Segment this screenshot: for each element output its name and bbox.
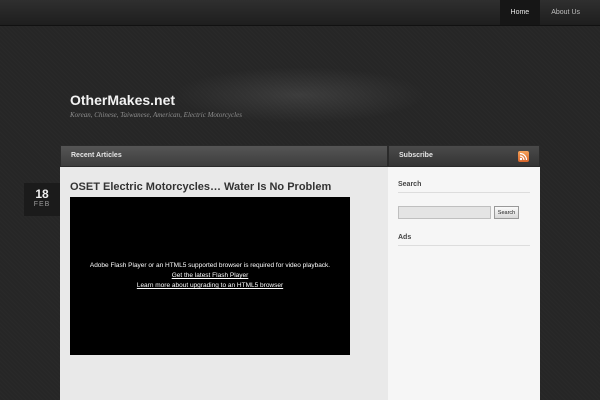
- rss-icon[interactable]: [518, 151, 529, 162]
- search-input[interactable]: [398, 206, 491, 219]
- site-tagline: Korean, Chinese, Taiwanese, American, El…: [70, 111, 242, 119]
- top-bar: Home About Us: [0, 0, 600, 26]
- video-message: Adobe Flash Player or an HTML5 supported…: [89, 262, 331, 269]
- recent-articles-header: Recent Articles: [60, 145, 388, 167]
- nav-home[interactable]: Home: [499, 0, 541, 25]
- main-container: Recent Articles Subscribe OSET Electric …: [60, 145, 540, 400]
- search-button[interactable]: Search: [494, 206, 519, 219]
- flash-player-link[interactable]: Get the latest Flash Player: [70, 271, 350, 281]
- subscribe-header: Subscribe: [388, 145, 540, 167]
- subscribe-label[interactable]: Subscribe: [399, 152, 433, 159]
- nav-about-us[interactable]: About Us: [540, 0, 591, 25]
- search-heading: Search: [398, 181, 530, 193]
- content-area: OSET Electric Motorcycles… Water Is No P…: [60, 167, 388, 400]
- ads-heading: Ads: [398, 234, 530, 246]
- post-date-badge: 18 FEB: [24, 183, 60, 216]
- sidebar: Search Search Ads: [388, 167, 540, 400]
- section-title: Recent Articles: [71, 152, 122, 159]
- html5-browser-link[interactable]: Learn more about upgrading to an HTML5 b…: [70, 281, 350, 291]
- post-date-month: FEB: [33, 201, 51, 208]
- post-date-day: 18: [35, 187, 49, 201]
- video-player[interactable]: Adobe Flash Player or an HTML5 supported…: [70, 197, 350, 355]
- main-nav: Home About Us: [499, 0, 591, 25]
- site-title[interactable]: OtherMakes.net: [70, 92, 175, 108]
- post-title[interactable]: OSET Electric Motorcycles… Water Is No P…: [70, 181, 331, 193]
